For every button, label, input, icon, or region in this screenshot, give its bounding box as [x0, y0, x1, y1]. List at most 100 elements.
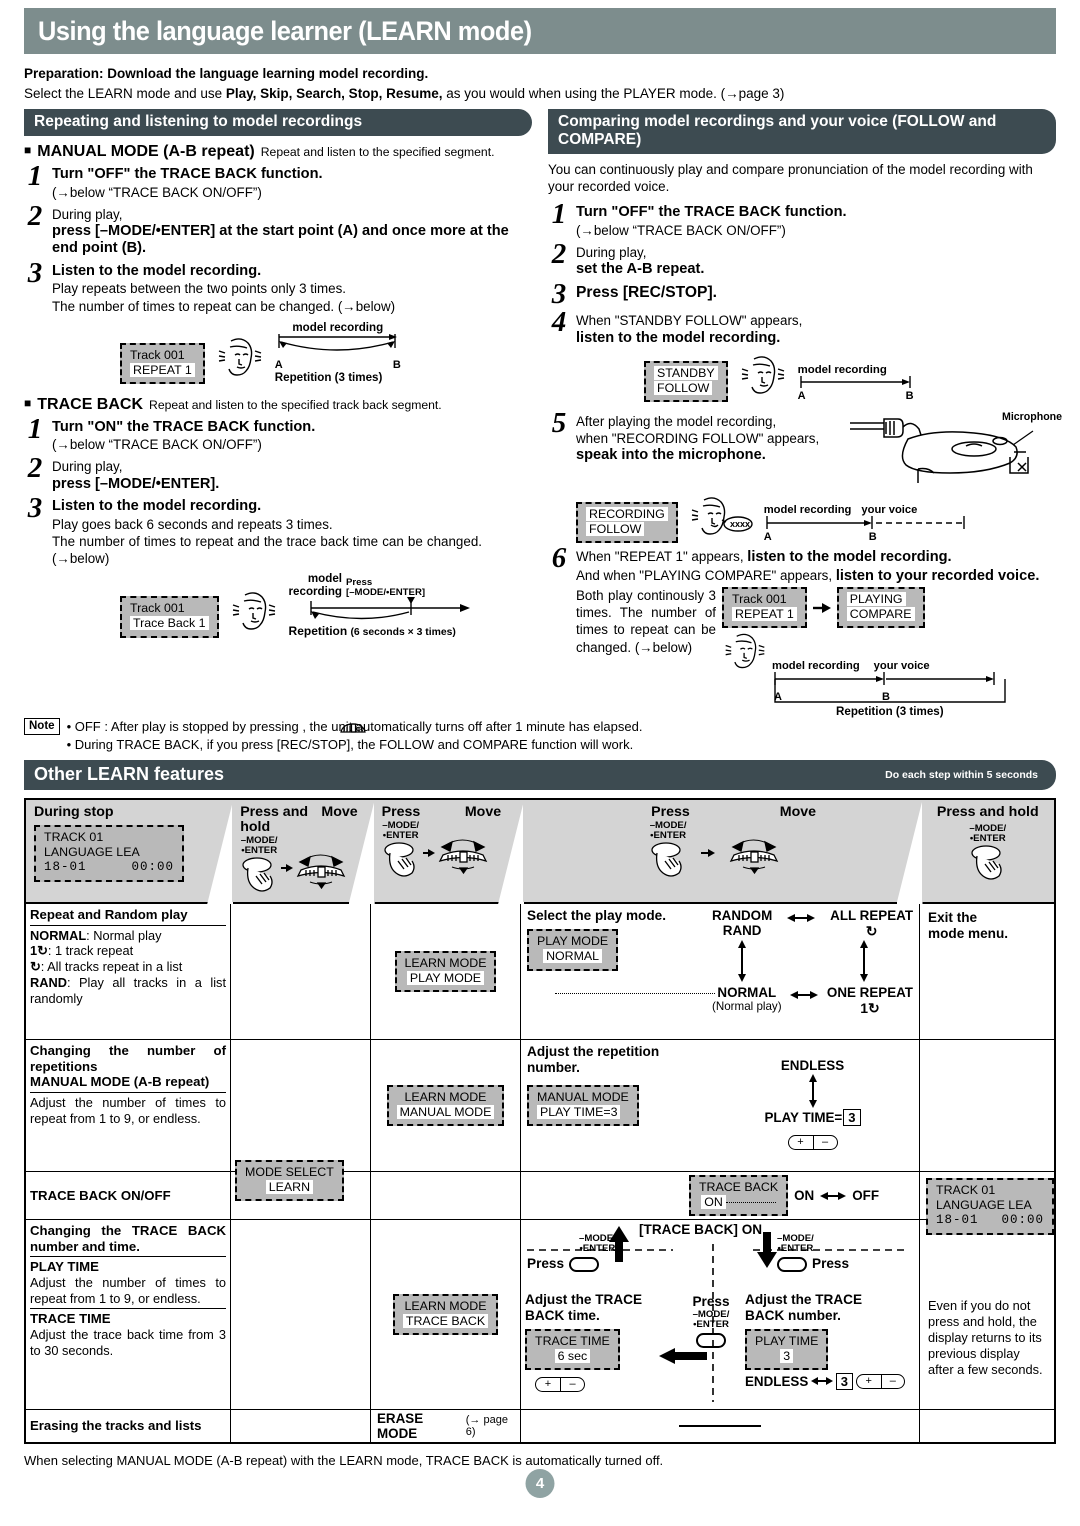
press-mid-group: Press –MODE/ •ENTER [681, 1294, 741, 1353]
diagram-model-label: model recording [797, 364, 887, 377]
mode-name: RAND [30, 975, 67, 991]
lcd-line-2-value: Trace Back 1 [130, 616, 209, 631]
minus-button[interactable]: – [880, 1374, 905, 1388]
plus-button[interactable]: + [857, 1375, 880, 1388]
trace-back-arrow-diagram [309, 596, 470, 619]
flow-node-play-time: PLAY TIME= [764, 1110, 843, 1125]
header-title-move: Move [779, 804, 817, 820]
step-bold: press [–MODE/•ENTER] at the start point … [52, 222, 509, 257]
diagram-model-label: model recording [763, 504, 852, 517]
mode-enter-button[interactable] [569, 1256, 600, 1272]
lcd-line-1: RECORDING [586, 506, 668, 522]
step-number: 2 [27, 452, 43, 485]
diagram-repetition: Repetition (3 times) [274, 370, 383, 384]
exit-line-1: Exit the [928, 910, 978, 925]
lcd-line-2: REPEAT 1 [732, 607, 797, 622]
step-item: 3 Listen to the model recording. Play re… [24, 259, 532, 315]
lcd-line-1-value: PLAYING [846, 592, 906, 607]
lcd-line-2-value: 3 [780, 1348, 794, 1363]
step-body: After playing the model recording, when … [576, 410, 1062, 544]
mode-enter-button[interactable] [777, 1256, 807, 1272]
lcd-line-2: LANGUAGE LEA [44, 845, 140, 860]
row-empty-cell [231, 1410, 371, 1442]
diagram-model-label: model recording [292, 320, 384, 334]
left-section-header-label: Repeating and listening to model recordi… [34, 113, 363, 131]
step-bold: listen to the model recording. [747, 549, 952, 566]
sub-title-2: TRACE TIME [30, 1311, 111, 1327]
row-empty-cell [231, 1172, 371, 1219]
step-plain: When "STANDBY FOLLOW" appears, [576, 313, 803, 329]
step-item: 4 When "STANDBY FOLLOW" appears, listen … [548, 308, 1056, 347]
lcd-line-2-value: COMPARE [846, 607, 915, 622]
manual-mode-steps: 1 Turn "OFF" the TRACE BACK function. (→… [24, 162, 532, 315]
lcd-line-1: Track 001 [130, 601, 185, 616]
lcd-line-2-value: REPEAT 1 [130, 362, 195, 377]
row-label-cell: Changing the TRACE BACK number and time.… [26, 1220, 231, 1409]
diagram-model-label-1: model [307, 572, 343, 586]
step-plain: (→below “TRACE BACK ON/OFF”) [52, 437, 262, 453]
flow-node-on: ON [794, 1188, 815, 1203]
manual-page: Using the language learner (LEARN mode) … [24, 0, 1062, 1526]
step-number: 3 [27, 492, 43, 525]
mode-enter-button[interactable] [696, 1333, 726, 1349]
follow-compare-steps: 1 Turn "OFF" the TRACE BACK function. (→… [548, 200, 1056, 347]
plus-minus-button[interactable]: + – [787, 1135, 838, 1150]
manual-mode-heading: ■ MANUAL MODE (A-B repeat) Repeat and li… [24, 143, 532, 161]
row-detail-3: ↻: All tracks repeat in a list [30, 959, 226, 975]
row-flow-cell: Adjust the repetition number. MANUAL MOD… [521, 1040, 920, 1171]
lcd-line-1: LEARN MODE [404, 955, 487, 970]
diagram-arrows [278, 333, 397, 351]
step-number: 6 [551, 542, 567, 575]
lcd-line-3: 18-01 00:00 [44, 860, 174, 875]
plus-button[interactable]: + [789, 1136, 813, 1149]
flow-node-rand: RAND [722, 923, 762, 938]
minus-button[interactable]: – [560, 1377, 584, 1391]
erase-mode-page-ref: (→ page 6) [465, 1414, 508, 1438]
diagram-endpoints: A B [798, 390, 914, 402]
flow-node-all-repeat-icon: ↻ [865, 923, 878, 939]
lcd-display: RECORDING FOLLOW [576, 501, 678, 544]
dotted-connector [555, 992, 715, 994]
trace-back-title: TRACE BACK [37, 395, 144, 413]
mode-desc: : All tracks repeat in a list [40, 959, 183, 975]
step-body: Turn "OFF" the TRACE BACK function. (→be… [52, 163, 532, 201]
diagram-point-b: B [882, 691, 890, 704]
page-title: Using the language learner (LEARN mode) [38, 15, 532, 46]
step-bold: Turn "OFF" the TRACE BACK function. [576, 204, 847, 221]
step-bold: Listen to the model recording. [52, 262, 262, 279]
row-flow-cell: Select the play mode. PLAY MODE NORMAL R… [521, 904, 920, 1039]
diagram-voice-label: your voice [873, 660, 930, 673]
compare-diagram-block: Track 001 REPEAT 1 PLAYING COMPARE model… [722, 587, 1012, 719]
lcd-line-1-value: STANDBY [654, 365, 718, 380]
step-item: 5 After playing the model recording, whe… [548, 409, 1062, 544]
flow-node-endless: ENDLESS [780, 1058, 845, 1073]
plus-button[interactable]: + [536, 1378, 560, 1391]
sub-body-2: Adjust the trace back time from 3 to 30 … [30, 1327, 226, 1358]
right-arrow-icon [701, 848, 716, 857]
play-mode-flow-diagram: RANDOM RAND ALL REPEAT ↻ NORMAL (Normal … [712, 908, 913, 1017]
step-plain: (→below “TRACE BACK ON/OFF”) [576, 222, 786, 238]
other-features-title: Other LEARN features [34, 764, 225, 784]
right-title-2: BACK number. [745, 1308, 841, 1324]
button-label-line2: •ENTER [969, 833, 1006, 845]
step-item: 2 During play, press [–MODE/•ENTER] at t… [24, 201, 532, 258]
lcd-line-1: TRACE BACK [698, 1179, 779, 1194]
lcd-line-2: NORMAL [537, 949, 608, 964]
row-empty-cell [920, 1040, 1052, 1171]
footer-note: When selecting MANUAL MODE (A-B repeat) … [24, 1453, 664, 1468]
button-label-line2: •ENTER [650, 830, 687, 842]
lcd-line-2: LANGUAGE LEA [936, 1198, 1032, 1213]
step-plain-2: And when "PLAYING COMPARE" appears, [576, 567, 836, 583]
row-label-cell: Erasing the tracks and lists [26, 1410, 231, 1442]
finger-press-icon [384, 842, 415, 877]
lcd-line-2: Trace Back 1 [130, 616, 209, 631]
plus-minus-button[interactable]: + – [535, 1376, 585, 1392]
table-row: Repeat and Random play NORMAL: Normal pl… [26, 904, 1054, 1040]
step-bold: Press [REC/STOP]. [576, 283, 717, 301]
button-label-line2: •ENTER [777, 1243, 814, 1255]
double-arrow-icon [787, 914, 816, 922]
step-body: Press [REC/STOP]. [576, 281, 1056, 303]
square-bullet-icon: ■ [24, 395, 32, 410]
minus-button[interactable]: – [812, 1136, 837, 1149]
plus-minus-button[interactable]: + – [856, 1373, 905, 1389]
